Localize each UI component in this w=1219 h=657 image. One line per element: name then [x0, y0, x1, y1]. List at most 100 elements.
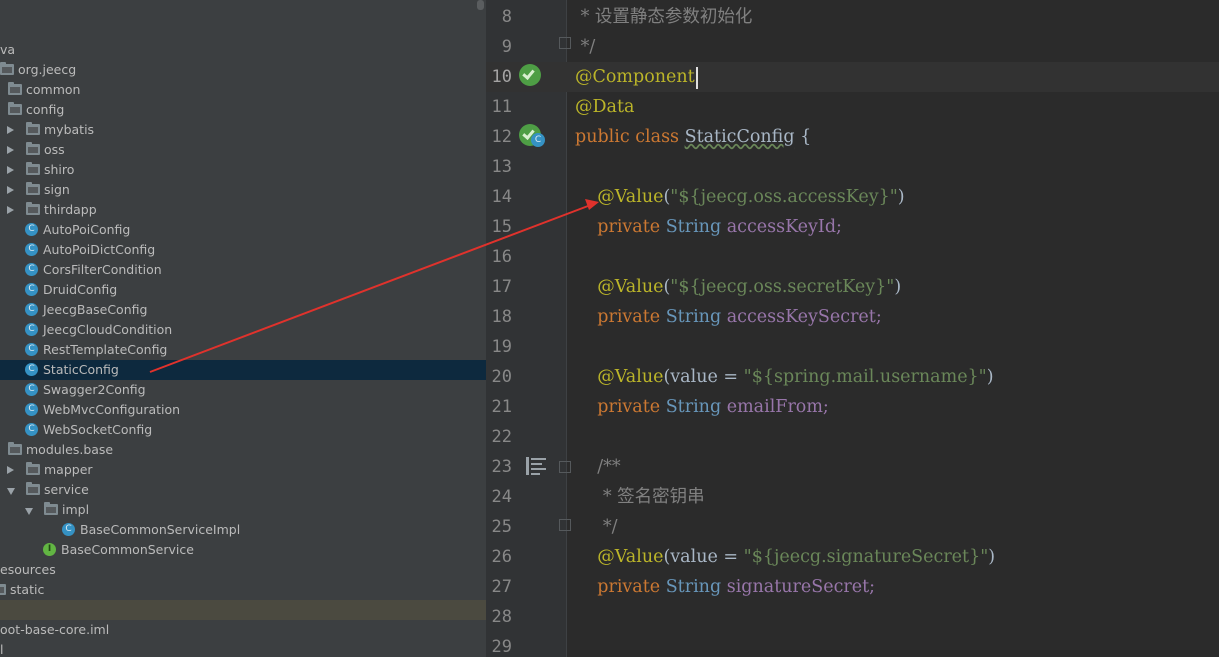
fold-marker[interactable]	[559, 461, 571, 473]
code-token: @Value	[597, 187, 664, 207]
tree-item[interactable]	[0, 600, 486, 620]
line-number: 14	[491, 187, 512, 207]
tree-item[interactable]: esources	[0, 560, 486, 580]
code-line[interactable]: public class StaticConfig {	[575, 122, 811, 152]
chevron-down-icon[interactable]	[7, 488, 15, 495]
tree-item-label: mybatis	[44, 122, 95, 137]
code-line[interactable]: @Data	[575, 92, 634, 122]
tree-item-label: AutoPoiDictConfig	[43, 242, 156, 257]
fold-marker[interactable]	[559, 519, 571, 531]
tree-item[interactable]: oss	[0, 140, 486, 160]
tree-item[interactable]: sign	[0, 180, 486, 200]
code-line[interactable]: /**	[575, 452, 620, 482]
tree-item[interactable]: C AutoPoiConfig	[0, 220, 486, 240]
code-line[interactable]: * 设置静态参数初始化	[575, 2, 753, 32]
tree-item-selected[interactable]: C StaticConfig	[0, 360, 486, 380]
project-tree[interactable]: va org.jeecg common config mybatis oss shiro si…	[0, 0, 486, 657]
tree-item[interactable]: org.jeecg	[0, 60, 486, 80]
code-token: (value =	[663, 367, 744, 387]
code-line[interactable]: private String accessKeyId;	[575, 212, 842, 242]
fold-marker[interactable]	[559, 37, 571, 49]
code-line[interactable]: * 签名密钥串	[575, 482, 705, 512]
folder-icon	[8, 82, 22, 95]
spring-class-icon[interactable]: C	[519, 124, 545, 147]
chevron-down-icon[interactable]	[25, 508, 33, 515]
tree-item[interactable]: C JeecgCloudCondition	[0, 320, 486, 340]
tree-item-label: CorsFilterCondition	[43, 262, 162, 277]
class-icon: C	[25, 263, 38, 276]
code-line[interactable]: @Component	[575, 62, 698, 92]
folder-icon	[44, 502, 58, 515]
tree-item[interactable]: shiro	[0, 160, 486, 180]
code-token: )	[894, 277, 902, 297]
class-icon: C	[25, 223, 38, 236]
tree-item[interactable]: C WebMvcConfiguration	[0, 400, 486, 420]
tree-item[interactable]: thirdapp	[0, 200, 486, 220]
tree-item[interactable]: static	[0, 580, 486, 600]
code-line[interactable]: @Value(value = "${spring.mail.username}"…	[575, 362, 993, 392]
code-line[interactable]: @Value(value = "${jeecg.signatureSecret}…	[575, 542, 995, 572]
tree-item[interactable]: C JeecgBaseConfig	[0, 300, 486, 320]
tree-item-label: common	[26, 82, 81, 97]
chevron-right-icon[interactable]	[7, 126, 14, 134]
chevron-right-icon[interactable]	[7, 206, 14, 214]
code-token: "${spring.mail.username}"	[743, 367, 987, 387]
code-token: private	[575, 577, 666, 597]
tree-item[interactable]: service	[0, 480, 486, 500]
line-number: 10	[491, 67, 512, 87]
tree-item[interactable]: C RestTemplateConfig	[0, 340, 486, 360]
tree-item[interactable]: C DruidConfig	[0, 280, 486, 300]
tree-item-label: static	[10, 582, 45, 597]
code-line[interactable]: @Value("${jeecg.oss.accessKey}")	[575, 182, 905, 212]
tree-item[interactable]: C WebSocketConfig	[0, 420, 486, 440]
code-line[interactable]: @Value("${jeecg.oss.secretKey}")	[575, 272, 901, 302]
tree-item[interactable]: modules.base	[0, 440, 486, 460]
code-token: private	[575, 217, 666, 237]
folder-icon	[0, 584, 6, 595]
code-line[interactable]: private String accessKeySecret;	[575, 302, 882, 332]
tree-item[interactable]: C Swagger2Config	[0, 380, 486, 400]
tree-item[interactable]: oot-base-core.iml	[0, 620, 486, 640]
tree-item[interactable]: mybatis	[0, 120, 486, 140]
tree-item-label: DruidConfig	[43, 282, 118, 297]
tree-item[interactable]: impl	[0, 500, 486, 520]
line-number: 12	[491, 127, 512, 147]
tree-item[interactable]: mapper	[0, 460, 486, 480]
code-token: )	[897, 187, 905, 207]
code-token: */	[575, 37, 596, 57]
code-line[interactable]: private String emailFrom;	[575, 392, 829, 422]
line-number: 28	[491, 607, 512, 627]
tree-item[interactable]: config	[0, 100, 486, 120]
tree-item[interactable]: I BaseCommonService	[0, 540, 486, 560]
tree-item[interactable]: C BaseCommonServiceImpl	[0, 520, 486, 540]
chevron-right-icon[interactable]	[7, 466, 14, 474]
tree-scrollbar[interactable]	[477, 0, 484, 10]
line-number: 23	[491, 457, 512, 477]
spring-bean-icon[interactable]	[519, 64, 541, 86]
line-number: 21	[491, 397, 512, 417]
tree-item[interactable]: C CorsFilterCondition	[0, 260, 486, 280]
tree-item[interactable]: l	[0, 640, 486, 657]
chevron-right-icon[interactable]	[7, 146, 14, 154]
line-number: 13	[491, 157, 512, 177]
code-token: accessKeySecret;	[721, 307, 882, 327]
tree-item[interactable]: common	[0, 80, 486, 100]
code-token: "${jeecg.signatureSecret}"	[743, 547, 989, 567]
chevron-right-icon[interactable]	[7, 186, 14, 194]
code-token: (value =	[663, 547, 744, 567]
code-line[interactable]: private String signatureSecret;	[575, 572, 875, 602]
code-line[interactable]: */	[575, 32, 596, 62]
tree-item-label: RestTemplateConfig	[43, 342, 168, 357]
chevron-right-icon[interactable]	[7, 166, 14, 174]
line-number: 15	[491, 217, 512, 237]
tree-item[interactable]: C AutoPoiDictConfig	[0, 240, 486, 260]
interface-icon: I	[43, 543, 56, 556]
javadoc-icon[interactable]	[526, 457, 546, 475]
tree-item-label: sign	[44, 182, 70, 197]
tree-item-label: thirdapp	[44, 202, 97, 217]
code-line[interactable]: */	[575, 512, 618, 542]
class-icon: C	[25, 283, 38, 296]
tree-item[interactable]: va	[0, 40, 486, 60]
code-token: @Component	[575, 67, 695, 87]
